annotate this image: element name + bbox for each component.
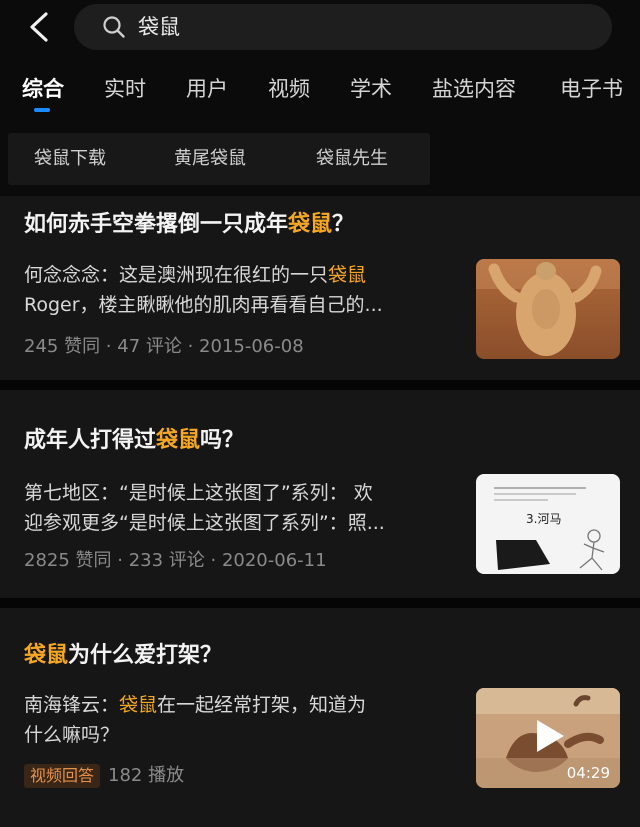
divider xyxy=(0,380,640,390)
meme-comic-thumbnail[interactable]: 3.河马 xyxy=(476,474,620,574)
chip-kangaroo-download[interactable]: 袋鼠下载 xyxy=(34,147,106,171)
muscular-kangaroo-thumbnail[interactable] xyxy=(476,259,620,359)
chip-yellow-tail-kangaroo[interactable]: 黄尾袋鼠 xyxy=(174,147,246,171)
result-card[interactable]: 如何赤手空拳撂倒一只成年袋鼠？ 何念念念：这是澳洲现在很红的一只袋鼠 Roger… xyxy=(0,196,640,380)
tab-premium-content[interactable]: 盐选内容 xyxy=(432,74,516,104)
category-tabs: 综合 实时 用户 视频 学术 盐选内容 电子书 xyxy=(0,64,640,116)
related-searches: 袋鼠下载 黄尾袋鼠 袋鼠先生 xyxy=(8,133,430,185)
result-meta: 2825 赞同 · 233 评论 · 2020-06-11 xyxy=(24,550,327,571)
result-card[interactable]: 成年人打得过袋鼠吗？ 第七地区：“是时候上这张图了”系列： 欢 迎参观更多“是时… xyxy=(0,390,640,598)
search-icon xyxy=(102,15,126,39)
divider xyxy=(0,598,640,608)
result-title[interactable]: 袋鼠为什么爱打架？ xyxy=(24,641,222,671)
result-meta: 视频回答 182 播放 xyxy=(24,764,184,788)
video-answer-badge: 视频回答 xyxy=(24,764,101,788)
tab-ebooks[interactable]: 电子书 xyxy=(560,74,623,104)
tab-academic[interactable]: 学术 xyxy=(350,74,392,104)
tab-videos[interactable]: 视频 xyxy=(268,74,310,104)
tab-comprehensive[interactable]: 综合 xyxy=(22,74,64,104)
result-meta: 245 赞同 · 47 评论 · 2015-06-08 xyxy=(24,336,304,357)
result-title[interactable]: 如何赤手空拳撂倒一只成年袋鼠？ xyxy=(24,210,354,240)
result-title[interactable]: 成年人打得过袋鼠吗？ xyxy=(24,426,244,456)
top-bar: 袋鼠 xyxy=(0,0,640,60)
back-arrow-icon[interactable] xyxy=(24,10,56,44)
comic-caption: 3.河马 xyxy=(526,512,562,526)
tab-realtime[interactable]: 实时 xyxy=(104,74,146,104)
result-excerpt[interactable]: 何念念念：这是澳洲现在很红的一只袋鼠 Roger，楼主瞅瞅他的肌肉再看看自己的.… xyxy=(24,260,454,320)
search-input[interactable]: 袋鼠 xyxy=(74,4,612,50)
video-duration: 04:29 xyxy=(566,764,610,782)
tab-users[interactable]: 用户 xyxy=(186,74,228,104)
active-tab-indicator xyxy=(34,108,50,112)
search-query[interactable]: 袋鼠 xyxy=(138,13,180,41)
result-excerpt[interactable]: 南海锋云：袋鼠在一起经常打架，知道为 什么嘛吗？ xyxy=(24,690,454,750)
play-icon[interactable] xyxy=(534,718,566,754)
result-card[interactable]: 袋鼠为什么爱打架？ 南海锋云：袋鼠在一起经常打架，知道为 什么嘛吗？ 视频回答 1… xyxy=(0,608,640,827)
result-excerpt[interactable]: 第七地区：“是时候上这张图了”系列： 欢 迎参观更多“是时候上这张图了系列”：照… xyxy=(24,478,454,538)
chip-mr-kangaroo[interactable]: 袋鼠先生 xyxy=(316,147,388,171)
kangaroo-video-thumbnail[interactable]: 04:29 xyxy=(476,688,620,788)
